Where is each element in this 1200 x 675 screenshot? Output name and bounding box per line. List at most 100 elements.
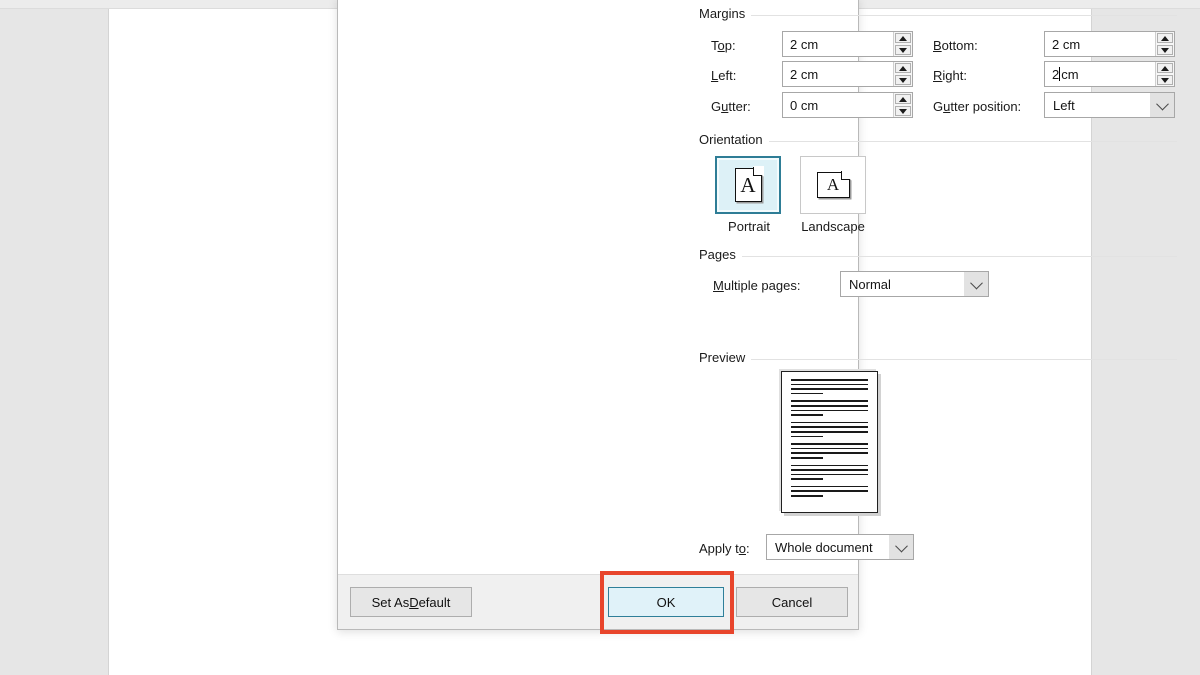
top-margin-spin-buttons[interactable]: [893, 32, 912, 56]
top-margin-spinner[interactable]: 2 cm: [782, 31, 913, 57]
landscape-page-icon: A: [817, 172, 850, 198]
preview-paragraph: [791, 465, 868, 480]
orientation-option-landscape[interactable]: A: [800, 156, 866, 214]
preview-text-line: [791, 410, 868, 412]
chevron-down-icon: [895, 539, 908, 552]
left-margin-label: Left:: [711, 68, 736, 83]
preview-text-line: [791, 478, 823, 480]
left-margin-value[interactable]: 2 cm: [783, 62, 893, 86]
top-margin-decrement-button[interactable]: [895, 45, 911, 55]
preview-paragraph: [791, 422, 868, 437]
bottom-margin-value[interactable]: 2 cm: [1045, 32, 1155, 56]
orientation-landscape-caption[interactable]: Landscape: [788, 219, 878, 234]
left-margin-decrement-button[interactable]: [895, 75, 911, 85]
orientation-group-label: Orientation: [699, 132, 769, 147]
ok-button[interactable]: OK: [608, 587, 724, 617]
gutter-spinner[interactable]: 0 cm: [782, 92, 913, 118]
right-margin-increment-button[interactable]: [1157, 63, 1173, 73]
multiple-pages-combobox[interactable]: Normal: [840, 271, 989, 297]
preview-text-line: [791, 388, 868, 390]
preview-text-line: [791, 443, 868, 445]
cancel-button[interactable]: Cancel: [736, 587, 848, 617]
apply-to-value: Whole document: [767, 535, 889, 559]
bottom-margin-spin-buttons[interactable]: [1155, 32, 1174, 56]
preview-text-line: [791, 405, 868, 407]
left-margin-spinner[interactable]: 2 cm: [782, 61, 913, 87]
triangle-down-icon: [899, 78, 907, 83]
dialog-body: Margins Top: 2 cm Bottom: 2 cm Left: 2 c…: [338, 0, 858, 574]
triangle-down-icon: [899, 109, 907, 114]
top-margin-label: Top:: [711, 38, 736, 53]
landscape-glyph-letter: A: [827, 175, 839, 195]
right-margin-spinner[interactable]: 2 cm: [1044, 61, 1175, 87]
apply-to-label: Apply to:: [699, 541, 750, 556]
preview-text-line: [791, 436, 823, 438]
triangle-up-icon: [899, 36, 907, 41]
triangle-down-icon: [1161, 48, 1169, 53]
preview-text-line: [791, 379, 868, 381]
orientation-portrait-caption[interactable]: Portrait: [704, 219, 794, 234]
preview-text-line: [791, 431, 868, 433]
top-margin-value[interactable]: 2 cm: [783, 32, 893, 56]
preview-paragraph: [791, 443, 868, 458]
multiple-pages-value: Normal: [841, 272, 964, 296]
gutter-position-label: Gutter position:: [933, 99, 1021, 114]
preview-text-line: [791, 393, 823, 395]
preview-paragraph: [791, 379, 868, 394]
preview-text-line: [791, 448, 868, 450]
page-setup-dialog: Margins Top: 2 cm Bottom: 2 cm Left: 2 c…: [337, 0, 859, 630]
preview-text-line: [791, 469, 868, 471]
triangle-up-icon: [899, 66, 907, 71]
set-as-default-button[interactable]: Set As Default: [350, 587, 472, 617]
left-margin-spin-buttons[interactable]: [893, 62, 912, 86]
gutter-value[interactable]: 0 cm: [783, 93, 893, 117]
apply-to-combobox[interactable]: Whole document: [766, 534, 914, 560]
text-caret: [1059, 67, 1060, 81]
pages-group-label: Pages: [699, 247, 742, 262]
gutter-increment-button[interactable]: [895, 94, 911, 104]
triangle-up-icon: [899, 97, 907, 102]
bottom-margin-increment-button[interactable]: [1157, 33, 1173, 43]
preview-text-line: [791, 426, 868, 428]
page-corner-fold-icon: [753, 167, 762, 176]
gutter-decrement-button[interactable]: [895, 106, 911, 116]
orientation-group-rule: [699, 141, 1177, 142]
margins-group-label: Margins: [699, 6, 751, 21]
bottom-margin-label: Bottom:: [933, 38, 978, 53]
bottom-margin-decrement-button[interactable]: [1157, 45, 1173, 55]
preview-text-line: [791, 414, 823, 416]
gutter-position-combobox[interactable]: Left: [1044, 92, 1175, 118]
triangle-down-icon: [1161, 78, 1169, 83]
margins-group-rule: [699, 15, 1177, 16]
multiple-pages-dropdown-button[interactable]: [964, 272, 988, 296]
right-margin-value: 2: [1052, 67, 1059, 82]
preview-text-line: [791, 400, 868, 402]
chevron-down-icon: [1156, 97, 1169, 110]
page-corner-fold-icon: [841, 171, 850, 180]
right-margin-decrement-button[interactable]: [1157, 75, 1173, 85]
preview-paragraph: [791, 400, 868, 415]
right-margin-value-wrap[interactable]: 2 cm: [1045, 62, 1155, 86]
right-margin-value-suffix: cm: [1061, 67, 1078, 82]
preview-text-line: [791, 495, 823, 497]
preview-group-rule: [699, 359, 1177, 360]
triangle-up-icon: [1161, 36, 1169, 41]
portrait-page-icon: A: [735, 168, 762, 202]
bottom-margin-spinner[interactable]: 2 cm: [1044, 31, 1175, 57]
preview-text-line: [791, 465, 868, 467]
preview-text-line: [791, 486, 868, 488]
preview-text-line: [791, 452, 868, 454]
right-margin-label: Right:: [933, 68, 967, 83]
gutter-position-dropdown-button[interactable]: [1150, 93, 1174, 117]
orientation-option-portrait[interactable]: A: [715, 156, 781, 214]
pages-group-rule: [699, 256, 1177, 257]
gutter-spin-buttons[interactable]: [893, 93, 912, 117]
gutter-label: Gutter:: [711, 99, 751, 114]
gutter-position-value: Left: [1045, 93, 1150, 117]
left-margin-increment-button[interactable]: [895, 63, 911, 73]
apply-to-dropdown-button[interactable]: [889, 535, 913, 559]
preview-text-line: [791, 490, 868, 492]
right-margin-spin-buttons[interactable]: [1155, 62, 1174, 86]
preview-paragraph: [791, 486, 868, 497]
top-margin-increment-button[interactable]: [895, 33, 911, 43]
